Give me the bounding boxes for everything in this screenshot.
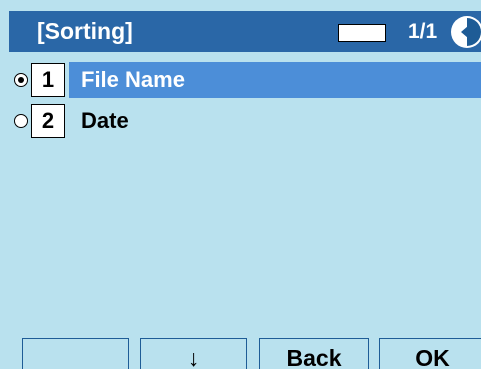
list-item-file-name[interactable]: 1 File Name bbox=[0, 62, 481, 98]
sorting-screen: [Sorting] 1/1 1 File Name 2 Date ↓ Back … bbox=[0, 0, 481, 369]
back-arrow-icon[interactable] bbox=[450, 15, 481, 49]
input-field[interactable] bbox=[338, 24, 386, 42]
list-item-date[interactable]: 2 Date bbox=[0, 103, 481, 139]
ok-button[interactable]: OK bbox=[379, 338, 481, 369]
list-item-label: File Name bbox=[81, 67, 185, 92]
softkey-down-arrow[interactable]: ↓ bbox=[140, 338, 247, 369]
title-bar: [Sorting] 1/1 bbox=[9, 11, 481, 52]
list-item-label: Date bbox=[81, 108, 129, 133]
item-number-box: 2 bbox=[31, 104, 65, 138]
radio-button-selected[interactable] bbox=[14, 73, 28, 87]
radio-dot bbox=[18, 77, 24, 83]
back-button[interactable]: Back bbox=[259, 338, 369, 369]
page-indicator: 1/1 bbox=[408, 20, 438, 43]
item-number-box: 1 bbox=[31, 63, 65, 97]
page-title: [Sorting] bbox=[37, 18, 133, 44]
softkey-1[interactable] bbox=[22, 338, 129, 369]
radio-button[interactable] bbox=[14, 114, 28, 128]
